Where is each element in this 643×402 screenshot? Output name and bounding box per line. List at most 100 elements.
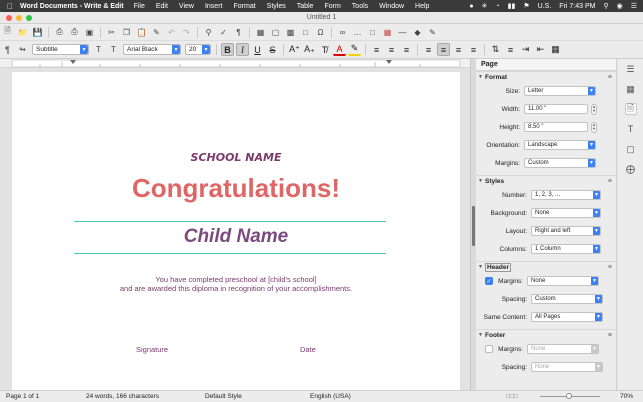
page-panel-icon[interactable]: 🗎 xyxy=(624,103,637,115)
zoom-button[interactable] xyxy=(26,15,32,21)
menu-view[interactable]: View xyxy=(179,3,194,10)
print-preview-icon[interactable]: ▣ xyxy=(84,27,95,38)
shapes-icon[interactable]: ◆ xyxy=(412,27,423,38)
update-style-icon[interactable]: T xyxy=(93,44,104,55)
user-icon[interactable]: ◉ xyxy=(617,2,623,10)
insert-textbox-icon[interactable]: □ xyxy=(300,27,311,38)
redo-icon[interactable]: ↷ xyxy=(181,27,192,38)
menu-help[interactable]: Help xyxy=(415,3,429,10)
strikethrough-button[interactable]: S xyxy=(266,43,279,56)
collapse-caret-icon[interactable]: ▼ xyxy=(478,262,483,273)
print-icon[interactable]: ⎙ xyxy=(69,27,80,38)
styles-section-header[interactable]: ▼ Styles ≡ xyxy=(476,175,616,186)
navigator-icon[interactable]: ⨁ xyxy=(625,163,637,175)
highlight-color-icon[interactable]: ✎ xyxy=(348,43,361,56)
battery-icon[interactable]: ▮▮ xyxy=(508,2,516,10)
menu-tools[interactable]: Tools xyxy=(352,3,368,10)
child-name-text[interactable]: Child Name xyxy=(12,226,460,248)
splitter-grip[interactable] xyxy=(472,206,475,246)
search-icon[interactable]: ⚲ xyxy=(603,2,608,10)
styles-icon[interactable]: ¶ xyxy=(2,44,13,55)
signature-label[interactable]: Signature xyxy=(136,345,168,354)
clone-format-icon[interactable]: ✎ xyxy=(151,27,162,38)
new-document-icon[interactable]: 🗎 xyxy=(2,26,13,38)
section-menu-icon[interactable]: ≡ xyxy=(608,176,612,187)
horizontal-ruler[interactable] xyxy=(0,59,470,68)
gallery-icon[interactable]: ▢ xyxy=(625,143,637,155)
hyperlink-icon[interactable]: ∞ xyxy=(337,27,348,38)
align-center-icon[interactable]: ≡ xyxy=(437,43,450,56)
footer-section-header[interactable]: ▼ Footer ≡ xyxy=(476,329,616,340)
justify-icon[interactable]: ≡ xyxy=(467,43,480,56)
align-left-icon[interactable]: ≡ xyxy=(422,43,435,56)
bold-button[interactable]: B xyxy=(221,43,234,56)
footnote-icon[interactable]: … xyxy=(352,27,363,38)
wifi-icon[interactable]: ◔ xyxy=(495,3,499,10)
status-icon[interactable]: ● xyxy=(469,3,473,10)
italic-button[interactable]: I xyxy=(236,43,249,56)
menu-edit[interactable]: Edit xyxy=(156,3,168,10)
height-field[interactable]: 8.50 " xyxy=(524,122,588,132)
locale-label[interactable]: U.S. xyxy=(538,3,552,10)
paragraph-style-select[interactable]: Subtitle ▼ xyxy=(32,44,89,55)
body-line-1[interactable]: You have completed preschool at [child's… xyxy=(12,275,460,284)
track-changes-icon[interactable]: ▦ xyxy=(382,27,393,38)
line-icon[interactable]: — xyxy=(397,27,408,38)
header-spacing-select[interactable]: Custom ▼ xyxy=(531,294,603,304)
undo-icon[interactable]: ↶ xyxy=(166,27,177,38)
body-line-2[interactable]: and are awarded this diploma in recognit… xyxy=(12,284,460,293)
insert-chart-icon[interactable]: ▩ xyxy=(285,27,296,38)
draw-icon[interactable]: ✎ xyxy=(427,27,438,38)
font-size-select[interactable]: 20 ▼ xyxy=(185,44,211,55)
columns-select[interactable]: 1 Column ▼ xyxy=(531,244,601,254)
superscript-icon[interactable]: A⁺ xyxy=(288,43,301,56)
section-menu-icon[interactable]: ≡ xyxy=(608,330,612,341)
footer-spacing-select[interactable]: None ▼ xyxy=(531,362,603,372)
align-right-icon[interactable]: ≡ xyxy=(452,43,465,56)
collapse-caret-icon[interactable]: ▼ xyxy=(478,72,483,83)
document-canvas[interactable]: SCHOOL NAME Congratulations! Child Name … xyxy=(0,68,470,390)
menu-window[interactable]: Window xyxy=(379,3,404,10)
paragraph-spacing-icon[interactable]: ≡ xyxy=(504,43,517,56)
clock[interactable]: Fri 7:43 PM xyxy=(559,3,595,10)
list-icon[interactable]: ☰ xyxy=(631,2,637,10)
congratulations-heading[interactable]: Congratulations! xyxy=(12,173,460,204)
menu-file[interactable]: File xyxy=(134,3,145,10)
styles-panel-icon[interactable]: ▦ xyxy=(625,83,637,95)
outline-icon[interactable]: ≡ xyxy=(400,43,413,56)
menu-form[interactable]: Form xyxy=(324,3,340,10)
menu-styles[interactable]: Styles xyxy=(267,3,286,10)
document-page[interactable]: SCHOOL NAME Congratulations! Child Name … xyxy=(12,72,460,390)
bullets-icon[interactable]: ≡ xyxy=(370,43,383,56)
new-style-icon[interactable]: ↬ xyxy=(17,44,28,55)
flag-icon[interactable]: ⚑ xyxy=(523,2,529,10)
collapse-caret-icon[interactable]: ▼ xyxy=(478,330,483,341)
properties-icon[interactable]: ☰ xyxy=(625,63,637,75)
minimize-button[interactable] xyxy=(16,15,22,21)
line-spacing-icon[interactable]: ⇅ xyxy=(489,43,502,56)
view-layout-icons[interactable]: □□□ xyxy=(506,391,518,402)
bluetooth-icon[interactable]: ✳ xyxy=(482,2,488,10)
export-pdf-icon[interactable]: ⎙ xyxy=(54,27,65,38)
background-select[interactable]: None ▼ xyxy=(531,208,601,218)
close-button[interactable] xyxy=(6,15,12,21)
insert-table-icon[interactable]: ▦ xyxy=(255,27,266,38)
comment-icon[interactable]: □ xyxy=(367,27,378,38)
footer-checkbox[interactable] xyxy=(485,345,493,353)
menu-format[interactable]: Format xyxy=(233,3,255,10)
number-select[interactable]: 1, 2, 3, ... ▼ xyxy=(531,190,601,200)
size-select[interactable]: Letter ▼ xyxy=(524,86,596,96)
header-checkbox[interactable]: ✓ xyxy=(485,277,493,285)
same-content-select[interactable]: All Pages ▼ xyxy=(531,312,603,322)
school-name-text[interactable]: SCHOOL NAME xyxy=(12,151,460,164)
decrease-indent-icon[interactable]: ⇤ xyxy=(534,43,547,56)
cut-icon[interactable]: ✂ xyxy=(106,27,117,38)
underline-button[interactable]: U xyxy=(251,43,264,56)
app-menu[interactable]: Word Documents - Write & Edit xyxy=(20,3,124,10)
collapse-caret-icon[interactable]: ▼ xyxy=(478,176,483,187)
clear-format-icon[interactable]: T̸ xyxy=(318,43,331,56)
height-stepper[interactable]: ▲ ▼ xyxy=(591,121,597,133)
font-name-select[interactable]: Arial Black ▼ xyxy=(123,44,181,55)
copy-icon[interactable]: ❐ xyxy=(121,27,132,38)
font-color-icon[interactable]: A xyxy=(333,43,346,56)
